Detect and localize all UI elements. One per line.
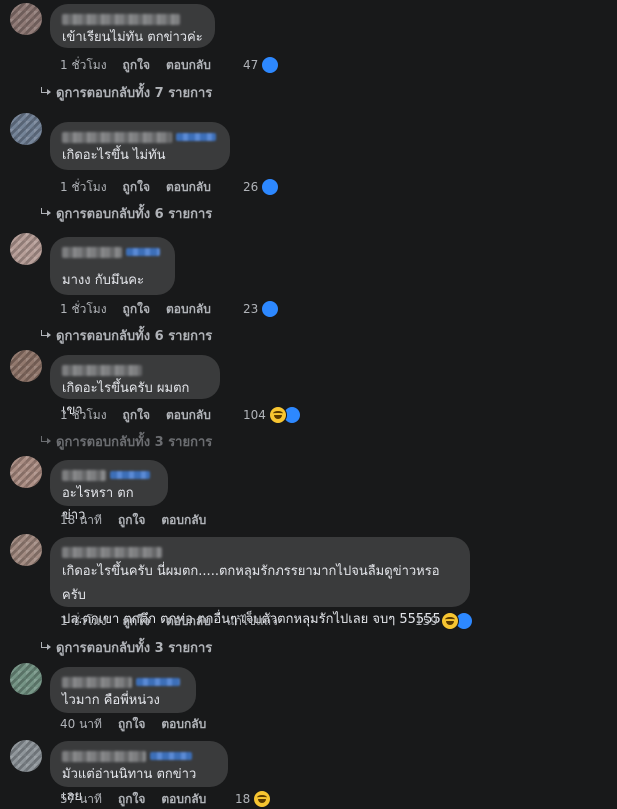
comment-time[interactable]: 1 ชั่วโมง bbox=[60, 406, 107, 425]
reply-button[interactable]: ตอบกลับ bbox=[166, 178, 211, 197]
author-name-redacted[interactable] bbox=[62, 11, 203, 27]
avatar[interactable] bbox=[10, 350, 42, 382]
author-name-redacted[interactable] bbox=[62, 544, 458, 560]
comment-actions: 18 นาที ถูกใจ ตอบกลับ bbox=[60, 511, 206, 529]
avatar[interactable] bbox=[10, 233, 42, 265]
like-button[interactable]: ถูกใจ bbox=[123, 56, 150, 75]
like-icon bbox=[261, 56, 280, 74]
reaction-summary[interactable]: 23 bbox=[243, 300, 280, 318]
reply-arrow-icon bbox=[40, 87, 52, 97]
comment-actions: 1 ชั่วโมง ถูกใจ ตอบกลับ bbox=[60, 56, 211, 74]
view-replies-label: ดูการตอบกลับทั้ง 6 รายการ bbox=[56, 328, 213, 344]
like-button[interactable]: ถูกใจ bbox=[123, 300, 150, 319]
avatar[interactable] bbox=[10, 663, 42, 695]
reply-arrow-icon bbox=[40, 436, 52, 446]
reply-arrow-icon bbox=[40, 330, 52, 340]
comment-text: มางง กับมึนคะ bbox=[62, 273, 144, 288]
haha-icon bbox=[268, 406, 287, 424]
comment-time[interactable]: 57 นาที bbox=[60, 790, 102, 809]
view-replies-label: ดูการตอบกลับทั้ง 6 รายการ bbox=[56, 206, 213, 222]
reaction-summary[interactable]: 159 bbox=[415, 612, 473, 630]
comment-bubble: เกิดอะไรขึ้น ไม่ทัน bbox=[50, 122, 230, 170]
like-button[interactable]: ถูกใจ bbox=[118, 715, 145, 734]
comment-time[interactable]: 1 ชั่วโมง bbox=[60, 56, 107, 75]
reply-button[interactable]: ตอบกลับ bbox=[161, 511, 206, 530]
reaction-count: 159 bbox=[415, 614, 438, 628]
comment-bubble: มัวแต่อ่านนิทาน ตกข่าวเลย bbox=[50, 741, 228, 804]
like-button[interactable]: ถูกใจ bbox=[123, 612, 150, 631]
view-replies-label: ดูการตอบกลับทั้ง 3 รายการ bbox=[56, 640, 213, 656]
like-icon bbox=[261, 300, 280, 318]
author-name-redacted[interactable] bbox=[62, 129, 218, 145]
comment-actions: 57 นาที ถูกใจ ตอบกลับ bbox=[60, 790, 206, 808]
avatar[interactable] bbox=[10, 456, 42, 488]
view-replies-link[interactable]: ดูการตอบกลับทั้ง 7 รายการ bbox=[40, 82, 212, 102]
reaction-summary[interactable]: 18 bbox=[235, 790, 272, 808]
comment-time[interactable]: 18 นาที bbox=[60, 511, 102, 530]
reaction-count: 104 bbox=[243, 408, 266, 422]
view-replies-link[interactable]: ดูการตอบกลับทั้ง 3 รายการ bbox=[40, 637, 212, 657]
comment-time[interactable]: 40 นาที bbox=[60, 715, 102, 734]
view-replies-link[interactable]: ดูการตอบกลับทั้ง 6 รายการ bbox=[40, 203, 212, 223]
reaction-summary[interactable]: 104 bbox=[243, 406, 301, 424]
view-replies-link[interactable]: ดูการตอบกลับทั้ง 6 รายการ bbox=[40, 325, 212, 345]
reaction-icons bbox=[440, 612, 473, 630]
comment-actions: 1 ชั่วโมง ถูกใจ ตอบกลับ bbox=[60, 178, 211, 196]
author-name-redacted[interactable] bbox=[62, 244, 163, 260]
like-button[interactable]: ถูกใจ bbox=[123, 178, 150, 197]
comment-bubble: เข้าเรียนไม่ทัน ตกข่าวค่ะ bbox=[50, 4, 215, 48]
haha-icon bbox=[253, 790, 272, 808]
reply-button[interactable]: ตอบกลับ bbox=[161, 790, 206, 809]
comment-text: เข้าเรียนไม่ทัน ตกข่าวค่ะ bbox=[62, 30, 203, 45]
view-replies-link[interactable]: ดูการตอบกลับทั้ง 3 รายการ bbox=[40, 431, 212, 451]
reaction-count: 23 bbox=[243, 302, 259, 316]
reply-arrow-icon bbox=[40, 642, 52, 652]
comment-time[interactable]: 1 ชั่วโมง bbox=[60, 612, 107, 631]
author-name-redacted[interactable] bbox=[62, 674, 184, 690]
reaction-icons bbox=[268, 406, 301, 424]
avatar[interactable] bbox=[10, 113, 42, 145]
comment-text: ไวมาก คือพี่หน่วง bbox=[62, 693, 160, 708]
view-replies-label: ดูการตอบกลับทั้ง 3 รายการ bbox=[56, 434, 213, 450]
comment-actions: 1 ชั่วโมง ถูกใจ ตอบกลับ bbox=[60, 300, 211, 318]
reply-button[interactable]: ตอบกลับ bbox=[166, 406, 211, 425]
comment-text: เกิดอะไรขึ้น ไม่ทัน bbox=[62, 148, 166, 163]
avatar[interactable] bbox=[10, 3, 42, 35]
view-replies-label: ดูการตอบกลับทั้ง 7 รายการ bbox=[56, 85, 213, 101]
edited-label[interactable]: แก้ไขแล้ว bbox=[227, 612, 278, 631]
author-name-redacted[interactable] bbox=[62, 748, 216, 764]
like-button[interactable]: ถูกใจ bbox=[123, 406, 150, 425]
reply-button[interactable]: ตอบกลับ bbox=[166, 56, 211, 75]
comment-actions: 1 ชั่วโมง ถูกใจ ตอบกลับ แก้ไขแล้ว bbox=[60, 612, 278, 630]
like-button[interactable]: ถูกใจ bbox=[118, 790, 145, 809]
comment-bubble: เกิดอะไรขึ้นครับ นี่ผมตก.....ตกหลุมรักภร… bbox=[50, 537, 470, 627]
reply-button[interactable]: ตอบกลับ bbox=[166, 612, 211, 631]
comment-bubble: เกิดอะไรขึ้นครับ ผมตกเขา bbox=[50, 355, 220, 418]
reaction-count: 26 bbox=[243, 180, 259, 194]
like-button[interactable]: ถูกใจ bbox=[118, 511, 145, 530]
reply-arrow-icon bbox=[40, 208, 52, 218]
comment-actions: 1 ชั่วโมง ถูกใจ ตอบกลับ bbox=[60, 406, 211, 424]
reaction-count: 18 bbox=[235, 792, 251, 806]
avatar[interactable] bbox=[10, 534, 42, 566]
comment-bubble: มางง กับมึนคะ bbox=[50, 237, 175, 295]
author-name-redacted[interactable] bbox=[62, 467, 156, 483]
haha-icon bbox=[440, 612, 459, 630]
like-icon bbox=[261, 178, 280, 196]
author-name-redacted[interactable] bbox=[62, 362, 208, 378]
reaction-summary[interactable]: 47 bbox=[243, 56, 280, 74]
comment-actions: 40 นาที ถูกใจ ตอบกลับ bbox=[60, 715, 206, 733]
reaction-summary[interactable]: 26 bbox=[243, 178, 280, 196]
reply-button[interactable]: ตอบกลับ bbox=[166, 300, 211, 319]
comment-bubble: อะไรหรา ตกข่าว bbox=[50, 460, 168, 523]
avatar[interactable] bbox=[10, 740, 42, 772]
comment-time[interactable]: 1 ชั่วโมง bbox=[60, 300, 107, 319]
comment-time[interactable]: 1 ชั่วโมง bbox=[60, 178, 107, 197]
reaction-count: 47 bbox=[243, 58, 259, 72]
comment-bubble: ไวมาก คือพี่หน่วง bbox=[50, 667, 196, 713]
reply-button[interactable]: ตอบกลับ bbox=[161, 715, 206, 734]
